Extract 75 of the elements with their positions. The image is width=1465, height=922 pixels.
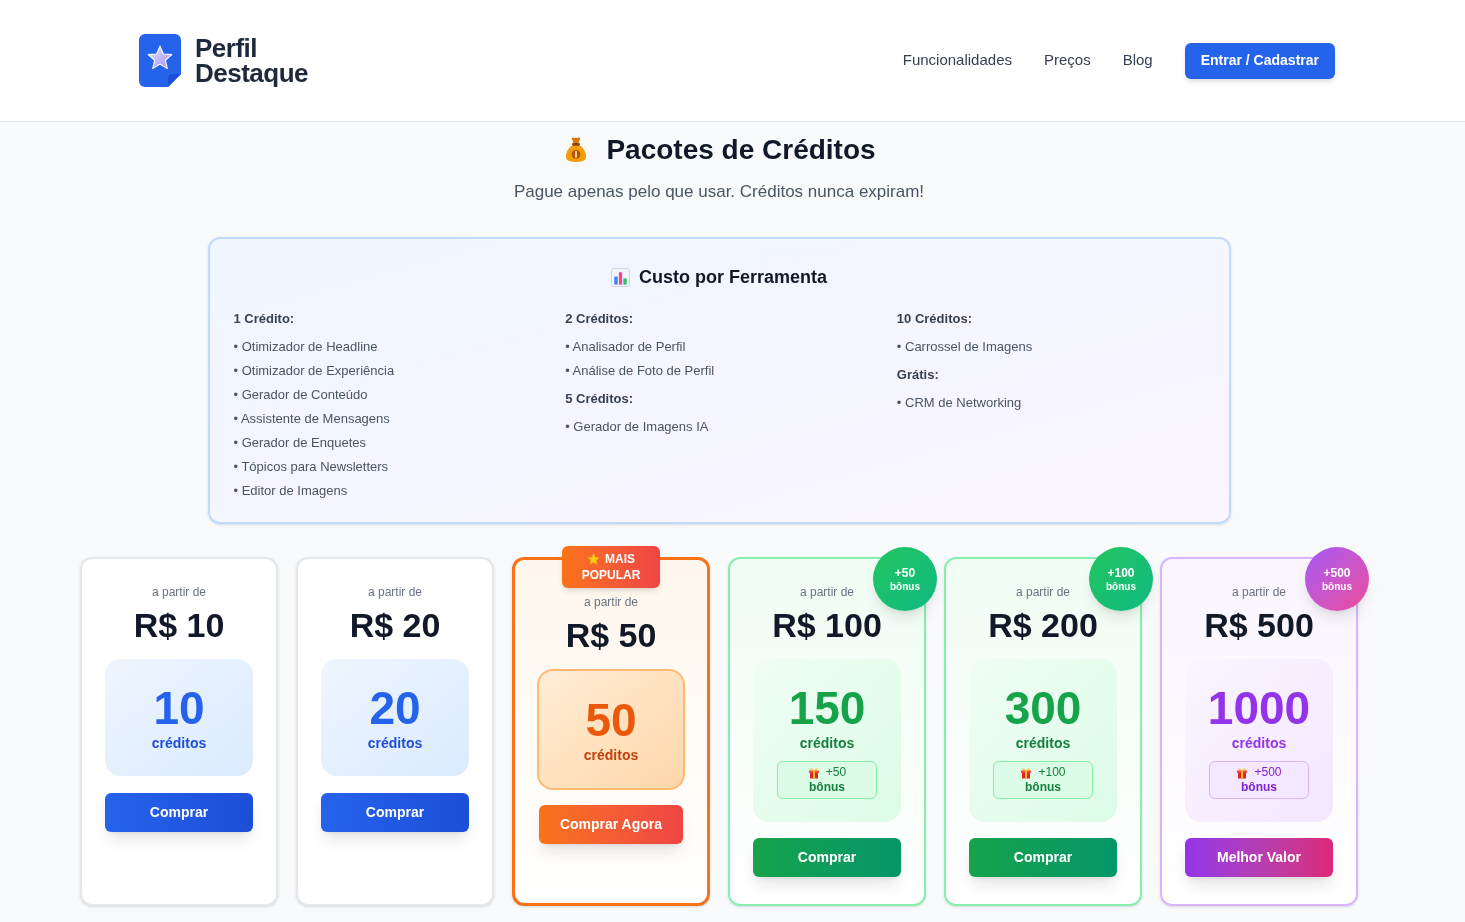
price-prefix: a partir de: [1016, 584, 1070, 600]
credits-label: créditos: [1231, 734, 1287, 753]
buy-button[interactable]: Melhor Valor: [1185, 838, 1333, 877]
tool-item: • Tópicos para Newsletters: [233, 458, 390, 476]
package-price: R$ 100: [772, 605, 882, 645]
tool-item: • Carrossel de Imagens: [896, 338, 1034, 356]
page-subtitle: Pague apenas pelo que usar. Créditos nunca expiram!: [513, 181, 925, 203]
package-price: R$ 500: [1204, 605, 1314, 645]
bonus-amount: +50: [894, 565, 916, 580]
tool-item: • Otimizador de Experiência: [233, 362, 396, 380]
credits-amount: 150: [788, 683, 866, 733]
credits-amount: 1000: [1207, 683, 1311, 733]
popular-label: POPULAR: [581, 567, 641, 583]
brand-name: Perfil Destaque: [195, 35, 309, 86]
nav-link[interactable]: Blog: [1122, 49, 1153, 72]
bonus-tag-amount: +50: [825, 765, 847, 780]
bonus-tag-label: bônus: [1241, 780, 1277, 795]
nav-link[interactable]: Funcionalidades: [902, 49, 1012, 72]
credits-amount: 300: [1004, 683, 1082, 733]
price-prefix: a partir de: [800, 584, 854, 600]
tool-item: • Gerador de Imagens IA: [565, 418, 710, 436]
tool-item: • Gerador de Conteúdo: [233, 386, 369, 404]
star-logo-icon: [139, 34, 181, 87]
price-prefix: a partir de: [368, 584, 422, 600]
star-icon: [587, 552, 600, 566]
cost-heading: Grátis:: [896, 366, 940, 384]
tool-item: • Gerador de Enquetes: [233, 434, 367, 452]
buy-button[interactable]: Comprar: [321, 793, 469, 832]
tool-item: • Otimizador de Headline: [233, 338, 379, 356]
credits-amount: 50: [585, 695, 637, 745]
buy-button[interactable]: Comprar: [969, 838, 1117, 877]
cost-heading: 5 Créditos:: [565, 390, 635, 408]
nav-link[interactable]: Preços: [1044, 49, 1091, 72]
tool-item: • CRM de Networking: [896, 394, 1023, 412]
gift-icon: [1236, 766, 1249, 779]
credits-label: créditos: [367, 734, 423, 753]
bonus-tag-label: bônus: [1025, 780, 1061, 795]
bonus-tag-amount: +100: [1038, 765, 1066, 780]
bonus-label: bônus: [1106, 579, 1136, 593]
bonus-tag-amount: +500: [1254, 765, 1282, 780]
credits-amount: 10: [153, 683, 205, 733]
buy-button[interactable]: Comprar: [105, 793, 253, 832]
popular-label: MAIS: [605, 551, 635, 567]
package-price: R$ 50: [565, 615, 657, 655]
bar-chart-icon: [610, 267, 630, 287]
bonus-label: bônus: [1322, 579, 1352, 593]
price-prefix: a partir de: [152, 584, 206, 600]
page-title: Pacotes de Créditos: [606, 133, 876, 167]
buy-button[interactable]: Comprar: [753, 838, 901, 877]
credits-label: créditos: [151, 734, 207, 753]
credits-amount: 20: [369, 683, 421, 733]
bonus-label: bônus: [890, 579, 920, 593]
login-signup-button[interactable]: Entrar / Cadastrar: [1184, 42, 1335, 79]
tool-item: • Assistente de Mensagens: [233, 410, 391, 428]
tool-item: • Analisador de Perfil: [565, 338, 687, 356]
bonus-tag-label: bônus: [809, 780, 845, 795]
credits-label: créditos: [1015, 734, 1071, 753]
gift-icon: [807, 766, 820, 779]
package-price: R$ 20: [349, 605, 441, 645]
cost-heading: 2 Créditos:: [565, 310, 635, 328]
cost-heading: 10 Créditos:: [896, 310, 973, 328]
price-prefix: a partir de: [1232, 584, 1286, 600]
buy-button[interactable]: Comprar Agora: [539, 805, 683, 844]
panel-title: Custo por Ferramenta: [638, 266, 827, 289]
bonus-amount: +500: [1323, 565, 1351, 580]
cost-heading: 1 Crédito:: [233, 310, 296, 328]
bonus-amount: +100: [1107, 565, 1135, 580]
tool-item: • Editor de Imagens: [233, 482, 349, 500]
credits-label: créditos: [583, 746, 639, 765]
package-price: R$ 200: [988, 605, 1098, 645]
credits-label: créditos: [799, 734, 855, 753]
price-prefix: a partir de: [584, 594, 638, 610]
package-price: R$ 10: [133, 605, 225, 645]
gift-icon: [1020, 766, 1033, 779]
tool-item: • Análise de Foto de Perfil: [565, 362, 716, 380]
